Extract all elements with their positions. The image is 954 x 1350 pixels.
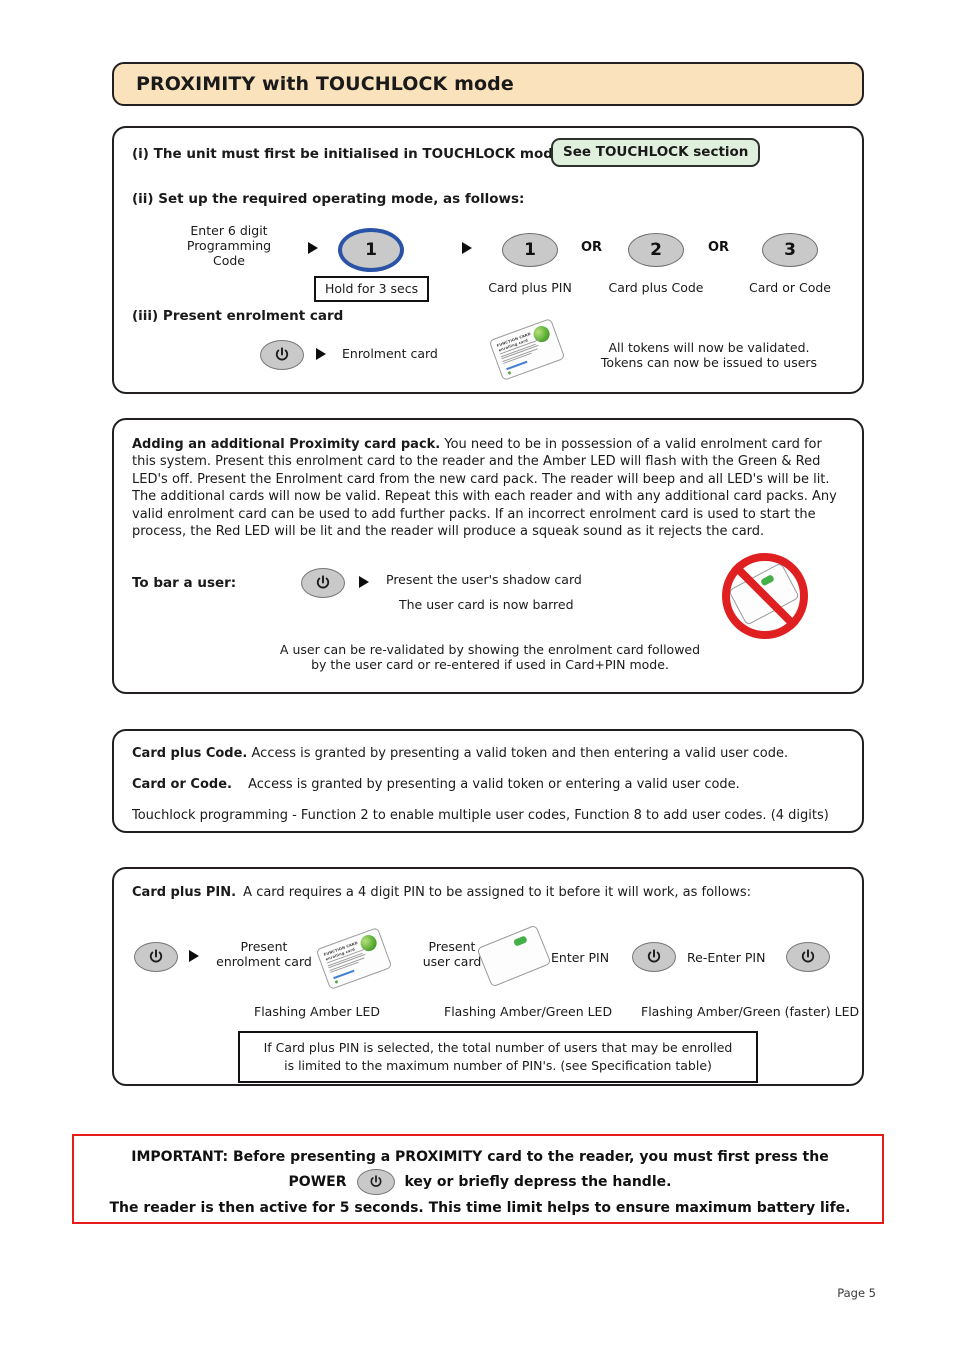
card-plus-code-text: Access is granted by presenting a valid … <box>251 746 789 761</box>
card-or-code-text: Access is granted by presenting a valid … <box>248 777 740 792</box>
pin-limit-note-line-2: is limited to the maximum number of PIN'… <box>284 1058 712 1073</box>
revalidate-text: A user can be re-validated by showing th… <box>132 642 848 672</box>
mode-option-3-label: Card or Code <box>749 280 831 295</box>
power-glyph <box>275 347 289 361</box>
mode-option-2-label: Card plus Code <box>608 280 704 295</box>
power-glyph <box>370 1175 381 1187</box>
power-glyph <box>316 575 330 589</box>
enrolment-card-graphic-1: FUNCTION CARD enrolling card <box>488 318 566 381</box>
or-separator-1: OR <box>581 240 603 255</box>
step-i-label: (i) The unit must first be initialised i… <box>132 146 568 162</box>
arrow-icon-1 <box>308 242 318 254</box>
card-chip-icon <box>513 935 528 947</box>
important-line-2: POWER key or briefly depress the handle. <box>74 1169 886 1195</box>
user-card-graphic <box>476 924 552 988</box>
bar-user-label: To bar a user: <box>132 575 237 591</box>
bar-instruction-line-2: The user card is now barred <box>399 597 574 612</box>
touchlock-programming-note: Touchlock programming - Function 2 to en… <box>132 808 829 823</box>
important-notice-box: IMPORTANT: Before presenting a PROXIMITY… <box>72 1134 884 1224</box>
led-status-1: Flashing Amber LED <box>254 1004 381 1019</box>
mode-option-1-label: Card plus PIN <box>488 280 572 295</box>
add-pack-paragraph: Adding an additional Proximity card pack… <box>132 436 848 540</box>
power-button-icon-2[interactable] <box>301 568 345 598</box>
add-card-pack-panel: Adding an additional Proximity card pack… <box>112 418 864 694</box>
present-enrolment-caption: Present enrolment card <box>209 939 319 969</box>
card-plus-pin-intro: A card requires a 4 digit PIN to be assi… <box>243 885 752 900</box>
hold-key-1-button[interactable]: 1 <box>338 228 404 272</box>
card-plus-code-label: Card plus Code. <box>132 746 248 761</box>
pin-heading-row: Card plus PIN. A card requires a 4 digit… <box>132 884 848 901</box>
page-number-footer: Page 5 <box>837 1286 876 1300</box>
revalidate-line-2: by the user card or re-entered if used i… <box>311 657 669 672</box>
mode-option-2-button[interactable]: 2 <box>628 233 684 267</box>
enter-code-caption: Enter 6 digit Programming Code <box>164 223 294 268</box>
power-glyph <box>801 949 815 963</box>
enter-code-line-2: Programming <box>186 238 272 253</box>
power-glyph <box>149 949 163 963</box>
result-line-1: All tokens will now be validated. <box>608 340 810 355</box>
barred-card-no-entry-icon <box>722 553 808 639</box>
power-button-icon-4[interactable] <box>632 942 676 972</box>
mode-option-3-button[interactable]: 3 <box>762 233 818 267</box>
hold-for-3-secs-note: Hold for 3 secs <box>314 276 430 302</box>
result-line-2: Tokens can now be issued to users <box>600 355 818 370</box>
power-button-icon-1[interactable] <box>260 340 304 370</box>
page-title-bar: PROXIMITY with TOUCHLOCK mode <box>112 62 864 106</box>
led-status-3: Flashing Amber/Green (faster) LED <box>641 1004 860 1019</box>
arrow-icon-4 <box>359 576 369 588</box>
enter-code-line-1: Enter 6 digit <box>190 223 268 238</box>
card-plus-code-row: Card plus Code. Access is granted by pre… <box>132 745 848 762</box>
important-line-1: IMPORTANT: Before presenting a PROXIMITY… <box>131 1149 829 1165</box>
see-touchlock-section-badge[interactable]: See TOUCHLOCK section <box>551 138 761 167</box>
card-plus-pin-panel: Card plus PIN. A card requires a 4 digit… <box>112 867 864 1086</box>
power-button-icon-3[interactable] <box>134 942 178 972</box>
setup-section-panel: (i) The unit must first be initialised i… <box>112 126 864 394</box>
pin-limit-note-line-1: If Card plus PIN is selected, the total … <box>263 1040 733 1055</box>
card-dot-icon <box>334 979 339 984</box>
re-enter-pin-label: Re-Enter PIN <box>687 950 766 965</box>
present-enrolment-line-2: enrolment card <box>216 954 312 969</box>
important-line-3: The reader is then active for 5 seconds.… <box>109 1200 851 1216</box>
card-dot-icon <box>507 370 512 375</box>
or-separator-2: OR <box>708 240 730 255</box>
arrow-icon-3 <box>316 348 326 360</box>
power-button-icon-6[interactable] <box>356 1169 395 1195</box>
present-enrolment-line-1: Present <box>240 939 288 954</box>
power-button-icon-5[interactable] <box>786 942 830 972</box>
power-glyph <box>647 949 661 963</box>
mode-option-1-button[interactable]: 1 <box>502 233 558 267</box>
led-status-2: Flashing Amber/Green LED <box>444 1004 613 1019</box>
validation-result-text: All tokens will now be validated. Tokens… <box>564 340 854 370</box>
enrolment-card-graphic-2: FUNCTION CARD enrolling card <box>315 927 393 990</box>
add-pack-heading: Adding an additional Proximity card pack… <box>132 437 441 452</box>
page-title: PROXIMITY with TOUCHLOCK mode <box>136 73 514 95</box>
step-iii-label: (iii) Present enrolment card <box>132 308 344 324</box>
card-or-code-label: Card or Code. <box>132 777 232 792</box>
step-ii-label: (ii) Set up the required operating mode,… <box>132 191 525 207</box>
power-word-label: POWER <box>288 1173 347 1190</box>
pin-limit-note-box: If Card plus PIN is selected, the total … <box>238 1031 758 1083</box>
enter-pin-label: Enter PIN <box>551 950 610 965</box>
card-or-code-row: Card or Code. Access is granted by prese… <box>132 776 848 793</box>
bar-instruction-line-1: Present the user's shadow card <box>386 572 582 587</box>
enter-code-line-3: Code <box>212 253 245 268</box>
arrow-icon-5 <box>189 950 199 962</box>
add-pack-body: You need to be in possession of a valid … <box>132 437 837 540</box>
revalidate-line-1: A user can be re-validated by showing th… <box>279 642 701 657</box>
code-modes-panel: Card plus Code. Access is granted by pre… <box>112 729 864 833</box>
card-plus-pin-label: Card plus PIN. <box>132 885 237 900</box>
arrow-icon-2 <box>462 242 472 254</box>
important-line-2-tail: key or briefly depress the handle. <box>404 1173 672 1190</box>
enrolment-card-label: Enrolment card <box>342 346 438 361</box>
